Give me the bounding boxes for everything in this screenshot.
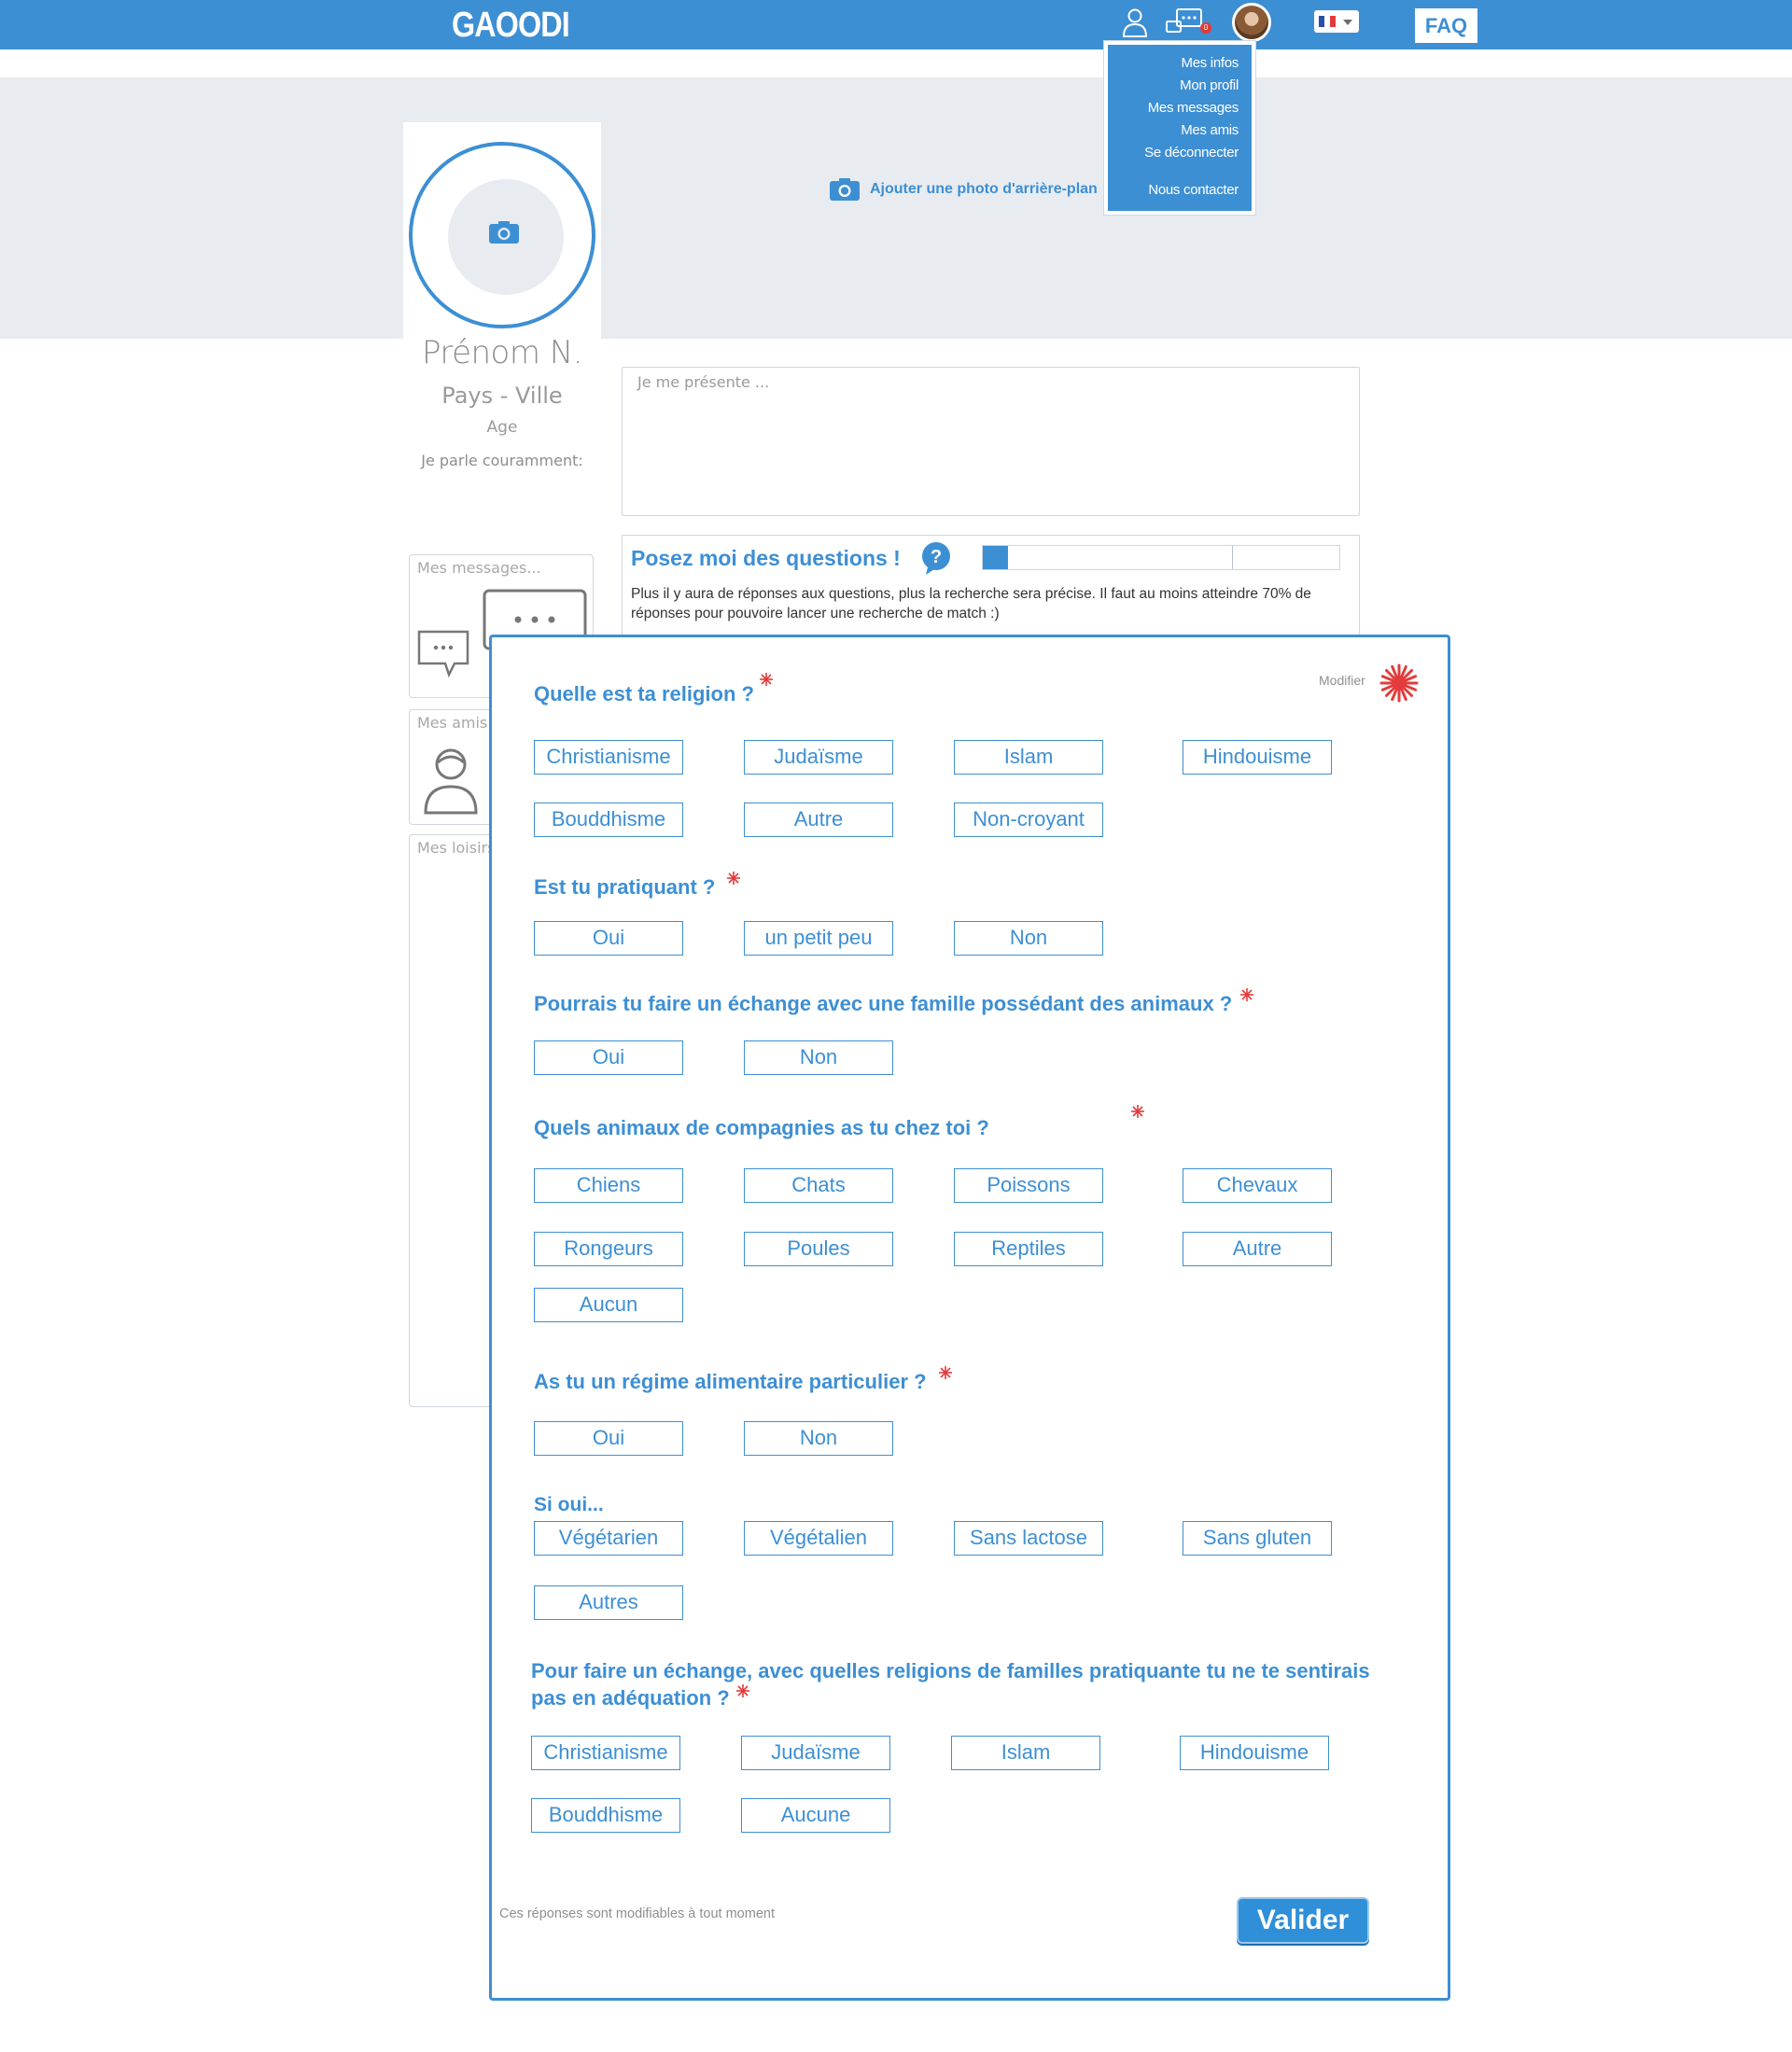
question-title: Quels animaux de compagnies as tu chez t…	[534, 1116, 989, 1139]
questions-intro: Posez moi des questions ! ? Plus il y au…	[622, 535, 1360, 637]
question-icon: ?	[922, 542, 950, 575]
questions-progress-fill	[983, 546, 1008, 569]
required-star-icon	[939, 1366, 952, 1379]
required-star-icon	[1131, 1105, 1144, 1118]
user-menu-dropdown: Mes infos Mon profil Mes messages Mes am…	[1104, 41, 1255, 215]
questionnaire-modal: Modifier Si oui... Ces réponses sont mod…	[489, 635, 1450, 2001]
message-count-badge: 0	[1200, 22, 1211, 34]
menu-item-mes-messages[interactable]: Mes messages	[1108, 97, 1239, 119]
answer-option-button[interactable]: Islam	[951, 1736, 1100, 1770]
answer-option-button[interactable]: Christianisme	[531, 1736, 680, 1770]
answer-option-button[interactable]: Rongeurs	[534, 1232, 683, 1266]
required-star-icon	[760, 673, 773, 686]
menu-item-nous-contacter[interactable]: Nous contacter	[1108, 179, 1239, 202]
camera-icon	[830, 178, 860, 201]
presentation-textarea[interactable]: Je me présente ...	[622, 367, 1360, 516]
menu-item-mes-amis[interactable]: Mes amis	[1108, 119, 1239, 142]
required-star-icon	[727, 872, 740, 885]
answer-option-button[interactable]: Végétalien	[744, 1521, 893, 1556]
menu-item-mon-profil[interactable]: Mon profil	[1108, 75, 1239, 97]
question-title: Est tu pratiquant ?	[534, 875, 716, 899]
answer-option-button[interactable]: Judaïsme	[744, 740, 893, 775]
question-title: Quelle est ta religion ?	[534, 682, 754, 705]
logo[interactable]: GAOODI	[452, 6, 570, 46]
answer-option-button[interactable]: Sans lactose	[954, 1521, 1103, 1556]
side-messages-label: Mes messages...	[417, 559, 541, 577]
answer-option-button[interactable]: Chevaux	[1183, 1168, 1332, 1203]
profile-photo-placeholder	[448, 179, 564, 295]
profile-photo[interactable]	[409, 142, 595, 328]
if-yes-label: Si oui...	[534, 1494, 604, 1515]
add-background-photo-button[interactable]: Ajouter une photo d'arrière-plan	[829, 177, 1098, 202]
modal-footnote: Ces réponses sont modifiables à tout mom…	[499, 1906, 775, 1921]
side-friends-label: Mes amis	[417, 714, 488, 732]
answer-option-button[interactable]: Non-croyant	[954, 803, 1103, 837]
profile-location: Pays - Ville	[441, 383, 563, 409]
progress-threshold-marker	[1232, 546, 1234, 569]
avatar[interactable]	[1232, 3, 1271, 42]
add-background-photo-label: Ajouter une photo d'arrière-plan	[870, 181, 1098, 197]
profile-languages: Je parle couramment:	[421, 452, 583, 469]
answer-option-button[interactable]: Oui	[534, 921, 683, 956]
answer-option-button[interactable]: Islam	[954, 740, 1103, 775]
required-star-icon[interactable]	[1379, 663, 1420, 704]
profile-name: Prénom N.	[421, 334, 583, 371]
answer-option-button[interactable]: Non	[744, 1421, 893, 1456]
camera-icon	[489, 221, 519, 244]
questions-intro-text: Plus il y aura de réponses aux questions…	[631, 586, 1311, 621]
answer-option-button[interactable]: Aucune	[741, 1798, 890, 1833]
questions-progress-bar	[982, 545, 1340, 570]
message-icon[interactable]	[1164, 6, 1205, 39]
answer-option-button[interactable]: Sans gluten	[1183, 1521, 1332, 1556]
answer-option-button[interactable]: Oui	[534, 1040, 683, 1075]
answer-option-button[interactable]: Végétarien	[534, 1521, 683, 1556]
top-bar: GAOODI 0 FAQ	[0, 0, 1792, 49]
answer-option-button[interactable]: Reptiles	[954, 1232, 1103, 1266]
profile-age: Age	[486, 418, 518, 437]
answer-option-button[interactable]: Oui	[534, 1421, 683, 1456]
answer-option-button[interactable]: Non	[954, 921, 1103, 956]
chevron-down-icon	[1343, 20, 1352, 25]
questions-intro-title: Posez moi des questions !	[631, 546, 901, 570]
answer-option-button[interactable]: Chiens	[534, 1168, 683, 1203]
menu-item-mes-infos[interactable]: Mes infos	[1108, 52, 1239, 75]
answer-option-button[interactable]: Hindouisme	[1180, 1736, 1329, 1770]
required-star-icon	[736, 1684, 749, 1697]
modify-label[interactable]: Modifier	[1319, 673, 1365, 688]
answer-option-button[interactable]: Chats	[744, 1168, 893, 1203]
cover-banner	[0, 77, 1792, 339]
faq-button[interactable]: FAQ	[1415, 8, 1477, 43]
language-select[interactable]	[1314, 10, 1359, 33]
answer-option-button[interactable]: Autre	[744, 803, 893, 837]
answer-option-button[interactable]: un petit peu	[744, 921, 893, 956]
answer-option-button[interactable]: Non	[744, 1040, 893, 1075]
answer-option-button[interactable]: Hindouisme	[1183, 740, 1332, 775]
answer-option-button[interactable]: Bouddhisme	[531, 1798, 680, 1833]
answer-option-button[interactable]: Aucun	[534, 1288, 683, 1322]
question-title: Pour faire un échange, avec quelles reli…	[531, 1659, 1370, 1710]
user-icon[interactable]	[1118, 6, 1152, 39]
question-title: As tu un régime alimentaire particulier …	[534, 1370, 927, 1393]
friend-icon	[424, 748, 478, 815]
answer-option-button[interactable]: Autre	[1183, 1232, 1332, 1266]
svg-text:?: ?	[931, 547, 942, 567]
answer-option-button[interactable]: Poules	[744, 1232, 893, 1266]
answer-option-button[interactable]: Poissons	[954, 1168, 1103, 1203]
side-hobbies-label: Mes loisirs	[417, 839, 496, 857]
answer-option-button[interactable]: Autres	[534, 1585, 683, 1620]
presentation-placeholder: Je me présente ...	[637, 373, 770, 391]
required-star-icon	[1240, 988, 1253, 1001]
validate-button[interactable]: Valider	[1237, 1897, 1369, 1944]
answer-option-button[interactable]: Bouddhisme	[534, 803, 683, 837]
answer-option-button[interactable]: Judaïsme	[741, 1736, 890, 1770]
answer-option-button[interactable]: Christianisme	[534, 740, 683, 775]
menu-item-se-deconnecter[interactable]: Se déconnecter	[1108, 142, 1239, 164]
french-flag-icon	[1319, 16, 1336, 27]
